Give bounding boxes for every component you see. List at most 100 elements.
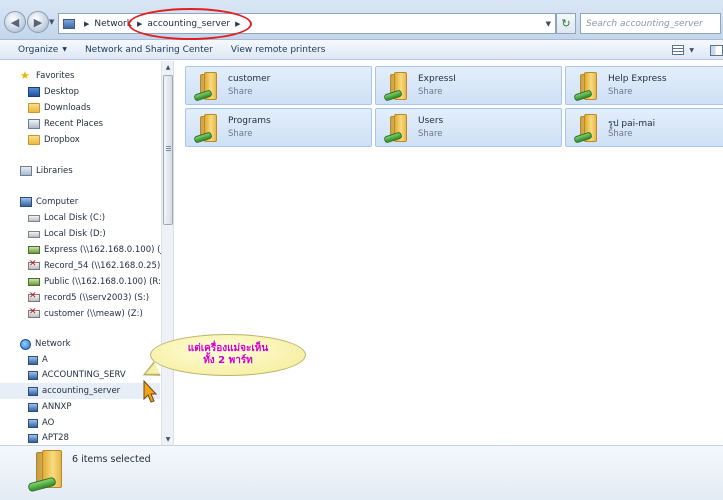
organize-menu[interactable]: Organize ▼ [0, 45, 76, 55]
nav-record54-drive[interactable]: Record_54 (\\162.168.0.25) (P: [0, 258, 174, 274]
nav-label: AO [42, 418, 55, 428]
nav-network-ao[interactable]: AO [0, 415, 54, 431]
network-computer-icon [28, 370, 38, 380]
shared-folder-icon [27, 450, 64, 494]
network-computer-icon [28, 386, 38, 396]
recent-pages-dropdown-icon[interactable]: ▼ [49, 18, 54, 26]
nav-dropbox[interactable]: Dropbox [0, 132, 80, 148]
nav-label: Local Disk (D:) [44, 229, 106, 239]
share-tile-customer[interactable]: customer Share [185, 66, 372, 105]
nav-label: Libraries [36, 166, 73, 176]
nav-network-apt28[interactable]: APT28 [0, 430, 69, 445]
change-view-icon[interactable] [672, 45, 685, 55]
nav-network-accounting-server[interactable]: accounting_server [0, 383, 160, 399]
share-tile-help-express[interactable]: Help Express Share [565, 66, 723, 105]
breadcrumb-chevron-icon[interactable]: ▶ [84, 20, 89, 28]
breadcrumb-chevron-icon[interactable]: ▶ [235, 20, 240, 28]
refresh-button[interactable]: ↻ [556, 13, 576, 34]
share-type: Share [418, 87, 443, 97]
organize-label: Organize [18, 44, 59, 55]
nav-downloads[interactable]: Downloads [0, 100, 91, 116]
libraries-icon [20, 166, 32, 176]
share-type: Share [608, 87, 633, 97]
dropbox-folder-icon [28, 135, 40, 145]
address-dropdown-icon[interactable]: ▼ [546, 20, 551, 28]
nav-label: Dropbox [44, 135, 80, 145]
disconnected-drive-icon [28, 291, 40, 302]
disconnected-drive-icon [28, 307, 40, 318]
nav-scrollbar[interactable]: ▲ ▼ [161, 61, 173, 445]
nav-record5-drive[interactable]: record5 (\\serv2003) (S:) [0, 290, 149, 306]
scroll-down-icon[interactable]: ▼ [162, 433, 174, 445]
forward-button[interactable]: ▶ [27, 11, 49, 33]
preview-pane-icon[interactable] [710, 44, 723, 56]
nav-label: accounting_server [42, 386, 121, 396]
nav-label: A [42, 355, 48, 365]
share-type: Share [608, 129, 633, 139]
nav-label: Express (\\162.168.0.100) (J:) [44, 245, 170, 255]
annotation-line-1: แต่เครื่องแม่จะเห็น [187, 343, 269, 354]
nav-express-drive[interactable]: Express (\\162.168.0.100) (J:) [0, 242, 169, 258]
share-tile-programs[interactable]: Programs Share [185, 108, 372, 147]
nav-network-annxp[interactable]: ANNXP [0, 399, 71, 415]
annotation-callout: แต่เครื่องแม่จะเห็น ทั้ง 2 พาร์ท [150, 334, 306, 376]
nav-label: ANNXP [42, 402, 72, 412]
share-tile-expressi[interactable]: ExpressI Share [375, 66, 562, 105]
selection-status: 6 items selected [72, 454, 151, 465]
share-tile-users[interactable]: Users Share [375, 108, 562, 147]
nav-label: Desktop [44, 87, 80, 97]
share-tile-pai-mai[interactable]: รูป pai-mai Share [565, 108, 723, 147]
nav-network[interactable]: Network [0, 336, 71, 352]
shared-folder-icon [192, 112, 224, 144]
nav-label: Computer [36, 197, 79, 207]
breadcrumb-accounting-server[interactable]: accounting_server [147, 19, 230, 29]
grip-icon [166, 146, 171, 152]
search-input[interactable]: Search accounting_server [580, 13, 721, 34]
nav-label: customer (\\meaw) (Z:) [44, 309, 143, 319]
nav-label: ACCOUNTING_SERV [42, 370, 126, 380]
nav-desktop[interactable]: Desktop [0, 84, 79, 100]
nav-label: Recent Places [44, 119, 104, 129]
view-options-chevron-icon[interactable]: ▼ [689, 47, 694, 54]
recent-places-icon [28, 119, 40, 129]
nav-label: Record_54 (\\162.168.0.25) (P: [44, 261, 174, 271]
view-remote-printers-button[interactable]: View remote printers [222, 45, 335, 55]
scroll-up-icon[interactable]: ▲ [162, 61, 174, 73]
back-button[interactable]: ◀ [4, 11, 26, 33]
nav-local-disk-d[interactable]: Local Disk (D:) [0, 226, 106, 242]
nav-label: Downloads [44, 103, 91, 113]
nav-network-accounting-serv[interactable]: ACCOUNTING_SERV [0, 367, 126, 383]
nav-recent-places[interactable]: Recent Places [0, 116, 103, 132]
address-bar[interactable]: ▶ Network ▶ accounting_server ▶ ▼ [58, 13, 556, 34]
network-computer-icon [28, 355, 38, 365]
share-name: customer [228, 74, 271, 84]
nav-favorites[interactable]: ★ Favorites [0, 68, 74, 84]
hard-disk-icon [28, 214, 40, 222]
shared-folder-icon [382, 112, 414, 144]
nav-computer[interactable]: Computer [0, 194, 78, 210]
network-location-icon [63, 18, 75, 29]
nav-label: Local Disk (C:) [44, 213, 106, 223]
nav-customer-drive[interactable]: customer (\\meaw) (Z:) [0, 306, 143, 322]
shared-folder-icon [192, 70, 224, 102]
nav-network-a[interactable]: A [0, 352, 48, 368]
refresh-icon: ↻ [561, 17, 571, 30]
nav-label: Favorites [36, 71, 75, 81]
desktop-icon [28, 87, 40, 97]
network-computer-icon [28, 418, 38, 428]
network-drive-icon [28, 246, 40, 254]
network-computer-icon [28, 402, 38, 412]
scroll-thumb[interactable] [163, 75, 173, 225]
nav-libraries[interactable]: Libraries [0, 163, 73, 179]
nav-public-drive[interactable]: Public (\\162.168.0.100) (R:) [0, 274, 164, 290]
downloads-folder-icon [28, 103, 40, 113]
share-name: Help Express [608, 74, 667, 84]
shared-folder-icon [572, 112, 604, 144]
breadcrumb-network[interactable]: Network [94, 19, 132, 29]
network-computer-icon [28, 433, 38, 443]
annotation-line-2: ทั้ง 2 พาร์ท [203, 355, 253, 366]
network-sharing-center-button[interactable]: Network and Sharing Center [76, 45, 222, 55]
breadcrumb-chevron-icon[interactable]: ▶ [137, 20, 142, 28]
nav-local-disk-c[interactable]: Local Disk (C:) [0, 210, 105, 226]
star-icon: ★ [20, 69, 30, 82]
